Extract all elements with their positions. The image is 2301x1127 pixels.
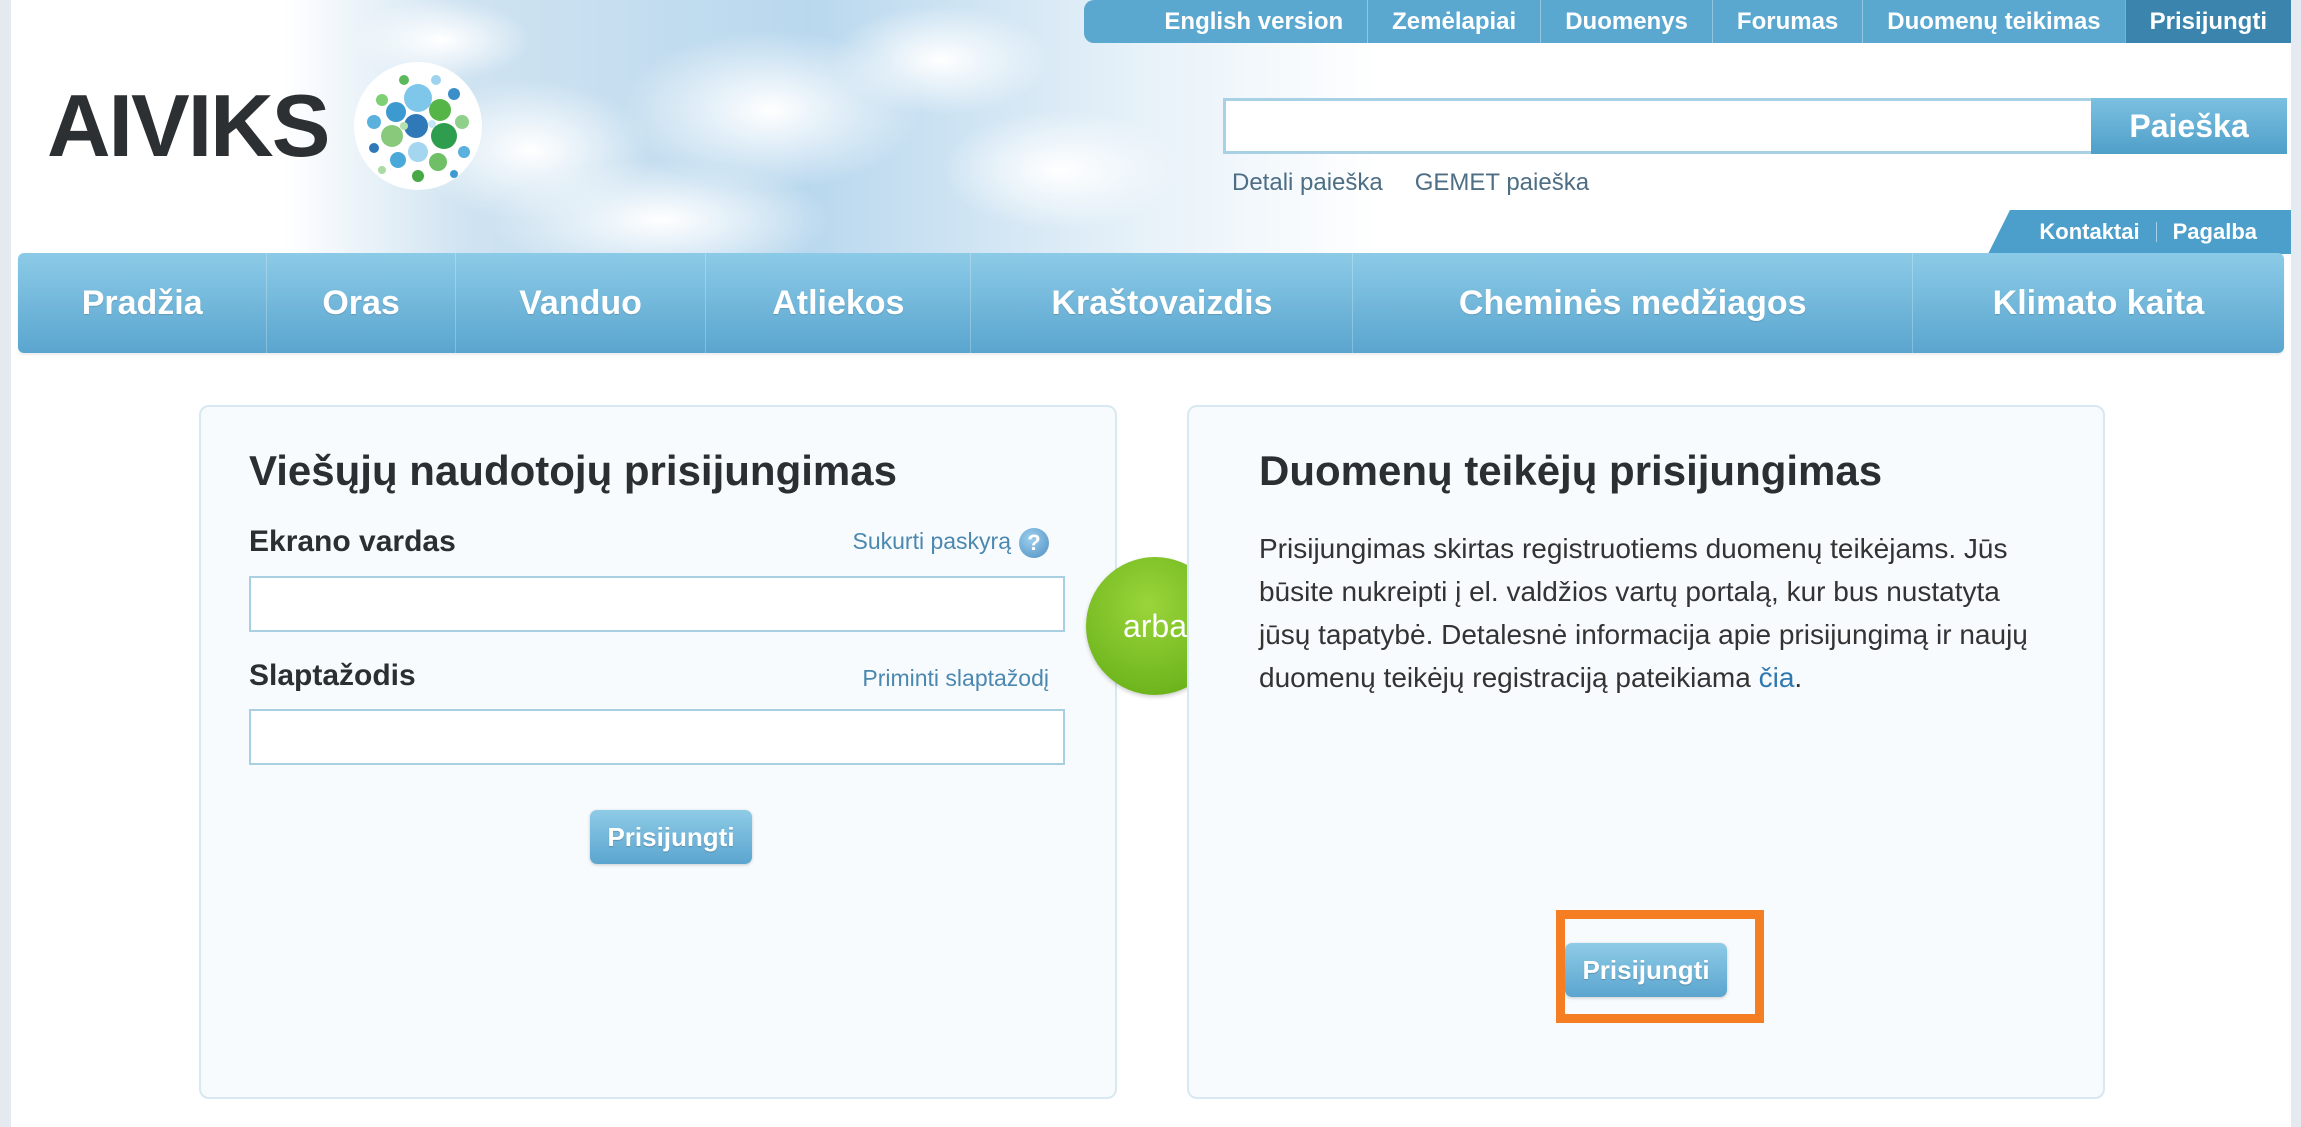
utility-nav: Kontaktai Pagalba bbox=[1988, 210, 2291, 254]
header: AIVIKS English version Zemėlapiai Duomen… bbox=[11, 0, 2291, 258]
nav-item-water[interactable]: Vanduo bbox=[456, 253, 707, 353]
top-nav-maps[interactable]: Zemėlapiai bbox=[1367, 0, 1540, 43]
help-icon[interactable]: ? bbox=[1019, 528, 1049, 558]
password-label: Slaptažodis bbox=[249, 659, 416, 692]
public-login-title: Viešųjų naudotojų prisijungimas bbox=[249, 447, 897, 494]
main-nav: Pradžia Oras Vanduo Atliekos Kraštovaizd… bbox=[18, 253, 2284, 353]
contacts-link[interactable]: Kontaktai bbox=[2023, 219, 2155, 245]
search-input[interactable] bbox=[1223, 98, 2091, 154]
nav-item-climate-change[interactable]: Klimato kaita bbox=[1913, 253, 2284, 353]
nav-item-air[interactable]: Oras bbox=[267, 253, 456, 353]
provider-login-description-text: Prisijungimas skirtas registruotiems duo… bbox=[1259, 533, 2028, 693]
nav-item-chemicals[interactable]: Cheminės medžiagos bbox=[1353, 253, 1913, 353]
top-nav-forum[interactable]: Forumas bbox=[1711, 0, 1862, 43]
search-button[interactable]: Paieška bbox=[2091, 98, 2287, 154]
detailed-search-link[interactable]: Detali paieška bbox=[1232, 169, 1383, 197]
public-login-panel: Viešųjų naudotojų prisijungimas Ekrano v… bbox=[199, 405, 1117, 1099]
logo[interactable]: AIVIKS bbox=[47, 60, 484, 192]
page: AIVIKS English version Zemėlapiai Duomen… bbox=[11, 0, 2291, 1127]
provider-login-title: Duomenų teikėjų prisijungimas bbox=[1259, 447, 1883, 494]
nav-item-waste[interactable]: Atliekos bbox=[706, 253, 972, 353]
remind-password-link[interactable]: Priminti slaptažodį bbox=[862, 665, 1049, 692]
more-info-link[interactable]: čia bbox=[1759, 662, 1795, 693]
description-suffix: . bbox=[1794, 662, 1803, 693]
highlight-box bbox=[1556, 910, 1764, 1023]
top-nav-data[interactable]: Duomenys bbox=[1540, 0, 1712, 43]
top-nav-login[interactable]: Prisijungti bbox=[2124, 0, 2291, 43]
top-nav-english-version[interactable]: English version bbox=[1140, 0, 1367, 43]
gemet-search-link[interactable]: GEMET paieška bbox=[1415, 169, 1589, 197]
password-input[interactable] bbox=[249, 709, 1065, 765]
help-link[interactable]: Pagalba bbox=[2157, 219, 2273, 245]
logo-text: AIVIKS bbox=[47, 76, 330, 175]
search-bar: Paieška bbox=[1223, 98, 2287, 154]
search-options: Detali paieška GEMET paieška bbox=[1232, 169, 1589, 197]
username-input[interactable] bbox=[249, 576, 1065, 632]
top-nav-data-provision[interactable]: Duomenų teikimas bbox=[1862, 0, 2124, 43]
username-label: Ekrano vardas bbox=[249, 525, 456, 558]
public-login-button[interactable]: Prisijungti bbox=[590, 810, 752, 864]
top-nav: English version Zemėlapiai Duomenys Foru… bbox=[1084, 0, 2291, 43]
bubble-cluster-logo-icon bbox=[354, 62, 483, 190]
nav-item-landscape[interactable]: Kraštovaizdis bbox=[971, 253, 1354, 353]
create-account-link[interactable]: Sukurti paskyrą? bbox=[852, 528, 1049, 558]
provider-login-description: Prisijungimas skirtas registruotiems duo… bbox=[1259, 527, 2049, 699]
create-account-label: Sukurti paskyrą bbox=[852, 528, 1011, 555]
nav-item-home[interactable]: Pradžia bbox=[18, 253, 268, 353]
